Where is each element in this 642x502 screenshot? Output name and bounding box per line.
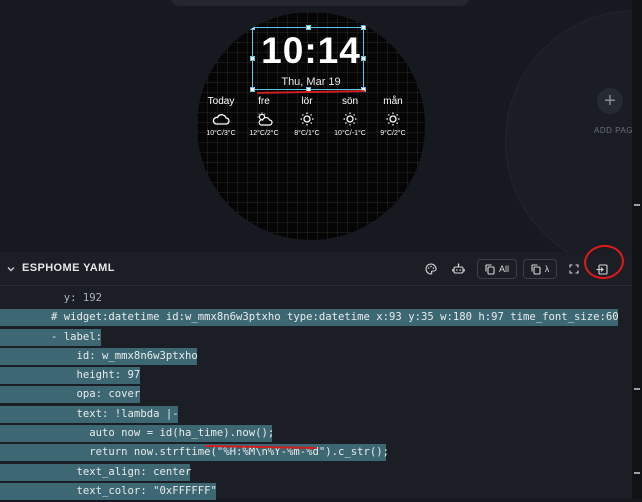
resize-handle-top-left[interactable]	[250, 25, 255, 30]
right-scroll-strip[interactable]	[632, 0, 642, 499]
resize-handle-top[interactable]	[306, 25, 311, 30]
forecast-day: lör 8°C/1°C	[287, 96, 327, 137]
copy-lambda-button[interactable]: λ	[523, 259, 557, 279]
copy-all-button[interactable]: All	[477, 259, 517, 279]
forecast-temp: 12°C/2°C	[249, 130, 279, 137]
resize-handle-bottom-left[interactable]	[250, 87, 255, 92]
esphome-yaml-panel: ESPHOME YAML All λ y: 192 # widget:datet…	[0, 252, 632, 502]
code-line[interactable]: text: !lambda |-	[0, 405, 632, 423]
forecast-temp: 10°C/3°C	[206, 130, 236, 137]
chevron-down-icon[interactable]	[6, 264, 16, 274]
forecast-day: sön 10°C/-1°C	[330, 96, 370, 137]
datetime-widget-selection[interactable]	[250, 25, 366, 92]
panel-title: ESPHOME YAML	[22, 262, 115, 274]
partly-cloudy-icon	[257, 112, 273, 126]
code-line[interactable]: id: w_mmx8n6w3ptxho	[0, 347, 632, 365]
palette-button[interactable]	[422, 259, 440, 279]
copy-all-label: All	[498, 264, 509, 274]
fullscreen-icon	[569, 264, 579, 274]
forecast-day-label: fre	[258, 96, 270, 107]
code-line[interactable]: text_align: center	[0, 463, 632, 481]
resize-handle-right[interactable]	[361, 56, 366, 61]
sun-icon	[386, 112, 400, 126]
add-page-label: ADD PAG	[594, 126, 633, 135]
fullscreen-button[interactable]	[566, 259, 582, 279]
forecast-day-label: sön	[341, 96, 359, 107]
copy-icon	[485, 263, 495, 275]
strip-marker	[634, 204, 640, 206]
cloud-icon	[212, 114, 230, 125]
forecast-day: Today 10°C/3°C	[201, 96, 241, 137]
watch-face-preview[interactable]: 10:14 Thu, Mar 19 Today 10°C/3°C fre 12°…	[197, 12, 425, 240]
code-line[interactable]: text_color: "0xFFFFFF"	[0, 482, 632, 500]
forecast-temp: 8°C/1°C	[294, 130, 320, 137]
strip-marker	[634, 472, 640, 474]
code-line[interactable]: # widget:datetime id:w_mmx8n6w3ptxho typ…	[0, 309, 632, 327]
forecast-day-label: Today	[207, 96, 235, 107]
code-line[interactable]: opa: cover	[0, 386, 632, 404]
canvas-area[interactable]: + ADD PAG 10:14 Thu, Mar 19 Today 10°C/3…	[0, 0, 642, 252]
forecast-temp: 10°C/-1°C	[334, 130, 366, 137]
date-annotation-underline	[256, 90, 366, 94]
code-line[interactable]: y: 192	[0, 290, 632, 307]
forecast-temp: 9°C/2°C	[380, 130, 406, 137]
sun-icon	[300, 112, 314, 126]
add-page-button[interactable]: +	[597, 88, 623, 114]
resize-handle-top-right[interactable]	[361, 25, 366, 30]
resize-handle-left[interactable]	[250, 56, 255, 61]
copy-lambda-label: λ	[544, 264, 550, 274]
code-line[interactable]: - label:	[0, 328, 632, 346]
robot-button[interactable]	[449, 259, 467, 279]
sun-icon	[343, 112, 357, 126]
copy-icon	[531, 263, 541, 275]
yaml-code-editor[interactable]: y: 192 # widget:datetime id:w_mmx8n6w3pt…	[0, 290, 632, 502]
strip-marker	[634, 388, 640, 390]
panel-header: ESPHOME YAML All λ	[0, 252, 632, 286]
code-line[interactable]: auto now = id(ha_time).now();	[0, 425, 632, 443]
code-line[interactable]: height: 97	[0, 367, 632, 385]
forecast-day-label: mån	[383, 96, 403, 107]
forecast-day: fre 12°C/2°C	[244, 96, 284, 137]
palette-icon	[425, 263, 437, 275]
forecast-day: mån 9°C/2°C	[373, 96, 413, 137]
forecast-day-label: lör	[301, 96, 313, 107]
robot-icon	[451, 263, 465, 274]
top-toolbar-edge	[170, 0, 470, 6]
